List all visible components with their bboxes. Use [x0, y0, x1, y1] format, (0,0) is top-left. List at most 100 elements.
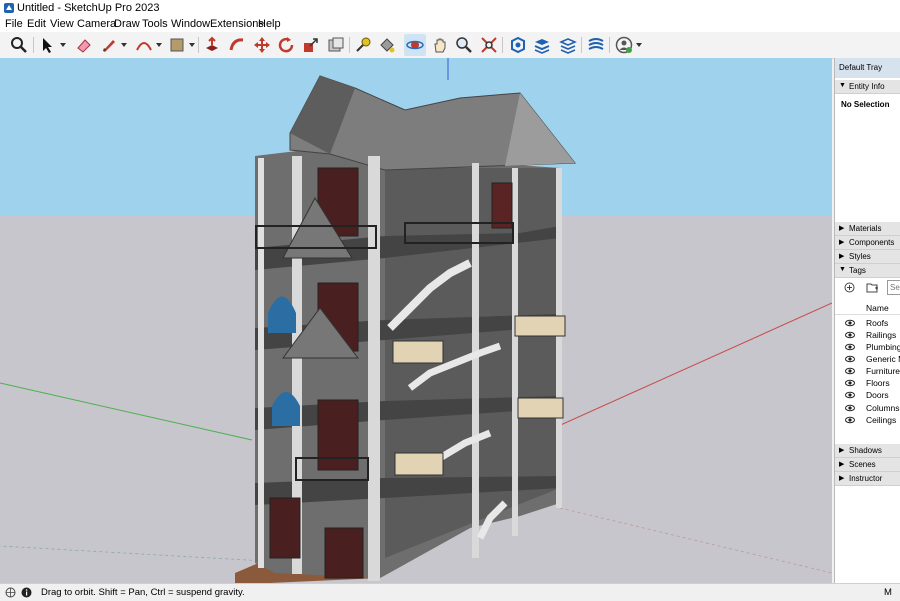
panel-label: Entity Info [849, 82, 885, 91]
sandbox-icon[interactable] [585, 34, 607, 56]
panel-styles[interactable]: ▶ Styles [835, 250, 900, 264]
chevron-down-icon[interactable] [156, 42, 162, 48]
tag-row-generic[interactable]: Generic M [835, 353, 900, 365]
warehouse-icon[interactable] [507, 34, 529, 56]
tag-row-floors[interactable]: Floors [835, 377, 900, 389]
eye-icon[interactable] [845, 378, 855, 388]
zoom-window-icon[interactable] [453, 34, 475, 56]
panel-components[interactable]: ▶ Components [835, 236, 900, 250]
toolbar-separator [349, 37, 350, 53]
menu-help[interactable]: Help [258, 18, 281, 30]
tag-row-columns[interactable]: Columns [835, 402, 900, 414]
measurements-box[interactable]: M [884, 587, 892, 598]
chevron-down-icon[interactable] [121, 42, 127, 48]
tag-search-input[interactable] [887, 280, 900, 295]
eye-icon[interactable] [845, 390, 855, 400]
chevron-right-icon: ▶ [839, 225, 845, 232]
menu-file[interactable]: File [5, 18, 23, 30]
furniture [517, 397, 564, 419]
offset-icon[interactable] [325, 34, 347, 56]
chevron-down-icon[interactable] [636, 42, 642, 48]
tag-row-ceilings[interactable]: Ceilings [835, 414, 900, 426]
extension-warehouse-icon[interactable] [531, 34, 553, 56]
menu-extensions[interactable]: Extensions [210, 18, 264, 30]
orbit-icon[interactable] [404, 34, 426, 56]
eye-icon[interactable] [845, 342, 855, 352]
title-bar: Untitled - SketchUp Pro 2023 [0, 0, 900, 17]
tag-row-railings[interactable]: Railings [835, 329, 900, 341]
model-viewport[interactable] [0, 58, 832, 583]
pencil-icon[interactable] [98, 34, 120, 56]
move-icon[interactable] [251, 34, 273, 56]
status-text: Drag to orbit. Shift = Pan, Ctrl = suspe… [41, 587, 245, 598]
chevron-right-icon: ▶ [839, 253, 845, 260]
toolbar-separator [502, 37, 503, 53]
toolbar [0, 32, 900, 59]
panel-label: Instructor [849, 474, 883, 483]
tag-row-roofs[interactable]: Roofs [835, 317, 900, 329]
tray-title: Default Tray [839, 63, 883, 72]
tag-row-plumbing[interactable]: Plumbing [835, 341, 900, 353]
chevron-right-icon: ▶ [839, 461, 845, 468]
tag-row-furniture[interactable]: Furniture [835, 365, 900, 377]
furniture [392, 340, 444, 364]
add-tag-icon[interactable] [844, 282, 855, 293]
rectangle-icon[interactable] [166, 34, 188, 56]
panel-shadows[interactable]: ▶ Shadows [835, 444, 900, 458]
tag-row-doors[interactable]: Doors [835, 389, 900, 401]
info-icon[interactable] [21, 587, 32, 598]
column [556, 168, 562, 508]
chevron-down-icon[interactable] [60, 42, 66, 48]
menu-view[interactable]: View [50, 18, 74, 30]
pan-icon[interactable] [429, 34, 451, 56]
panel-instructor[interactable]: ▶ Instructor [835, 472, 900, 486]
menu-draw[interactable]: Draw [114, 18, 140, 30]
geo-location-icon[interactable] [5, 587, 16, 598]
panel-label: Styles [849, 252, 871, 261]
tape-measure-icon[interactable] [352, 34, 374, 56]
panel-entity-info[interactable]: ▼ Entity Info [835, 80, 900, 94]
column-header-name[interactable]: Name [866, 303, 889, 313]
panel-materials[interactable]: ▶ Materials [835, 222, 900, 236]
panel-label: Tags [849, 266, 866, 275]
building-model-render [0, 58, 832, 583]
add-tag-folder-icon[interactable] [866, 282, 879, 293]
eye-icon[interactable] [845, 354, 855, 364]
paint-bucket-icon[interactable] [376, 34, 398, 56]
tag-name: Generic M [866, 354, 900, 364]
push-pull-icon[interactable] [201, 34, 223, 56]
layout-icon[interactable] [557, 34, 579, 56]
tag-name: Furniture [866, 366, 900, 376]
follow-me-icon[interactable] [226, 34, 248, 56]
profile-icon[interactable] [613, 34, 635, 56]
toolbar-separator [609, 37, 610, 53]
eye-icon[interactable] [845, 366, 855, 376]
sketchup-app-icon [4, 3, 14, 13]
eye-icon[interactable] [845, 415, 855, 425]
chevron-down-icon[interactable] [189, 42, 195, 48]
status-bar: Drag to orbit. Shift = Pan, Ctrl = suspe… [0, 583, 900, 601]
chevron-right-icon: ▶ [839, 475, 845, 482]
menu-tools[interactable]: Tools [142, 18, 168, 30]
zoom-extents-icon[interactable] [478, 34, 500, 56]
zoom-icon[interactable] [8, 34, 30, 56]
eye-icon[interactable] [845, 318, 855, 328]
rotate-icon[interactable] [275, 34, 297, 56]
eraser-icon[interactable] [73, 34, 95, 56]
select-icon[interactable] [37, 34, 59, 56]
tag-name: Roofs [866, 318, 889, 328]
furniture [514, 315, 566, 337]
panel-tags[interactable]: ▼ Tags [835, 264, 900, 278]
arc-icon[interactable] [133, 34, 155, 56]
scale-icon[interactable] [300, 34, 322, 56]
menu-window[interactable]: Window [171, 18, 210, 30]
chevron-right-icon: ▶ [839, 447, 845, 454]
panel-scenes[interactable]: ▶ Scenes [835, 458, 900, 472]
eye-icon[interactable] [845, 403, 855, 413]
eye-icon[interactable] [845, 330, 855, 340]
menu-edit[interactable]: Edit [27, 18, 46, 30]
toolbar-separator [33, 37, 34, 53]
chevron-down-icon: ▼ [839, 82, 846, 89]
menu-camera[interactable]: Camera [77, 18, 116, 30]
panel-label: Scenes [849, 460, 876, 469]
